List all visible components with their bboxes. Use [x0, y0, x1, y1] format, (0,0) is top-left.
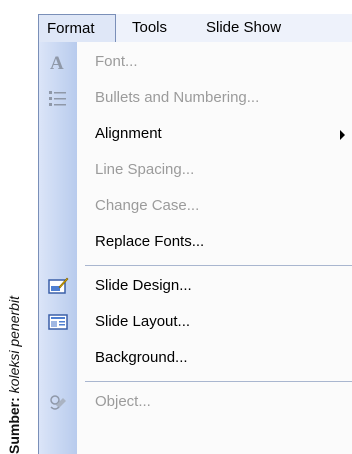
menu-item-replace-fonts[interactable]: Replace Fonts...: [39, 224, 352, 260]
menu-item-replace-fonts-label: Replace Fonts...: [95, 233, 205, 250]
menu-item-slide-design[interactable]: Slide Design...: [39, 268, 352, 304]
menu-item-slide-layout[interactable]: Slide Layout...: [39, 304, 352, 340]
format-dropdown-menu: A Font... Bullets and Numbering... Align…: [38, 42, 352, 454]
menu-item-background-label: Background...: [95, 349, 188, 366]
menu-item-bullets-label: Bullets and Numbering...: [95, 89, 260, 106]
menu-slide-show[interactable]: Slide Show: [198, 14, 308, 42]
caption-source: koleksi penerbit: [6, 296, 22, 394]
svg-text:A: A: [50, 53, 64, 73]
menu-item-change-case-label: Change Case...: [95, 197, 200, 214]
menu-item-bullets-numbering[interactable]: Bullets and Numbering...: [39, 80, 352, 116]
menu-item-background[interactable]: Background...: [39, 340, 352, 376]
menu-item-font[interactable]: A Font...: [39, 44, 352, 80]
menu-item-change-case[interactable]: Change Case...: [39, 188, 352, 224]
menu-item-object-label: Object...: [95, 393, 151, 410]
slide-layout-icon: [47, 311, 69, 333]
menu-tools[interactable]: Tools: [124, 14, 190, 42]
menu-item-alignment-label: Alignment: [95, 125, 162, 142]
font-icon: A: [47, 51, 69, 74]
menu-format-label: Format: [47, 20, 95, 37]
menu-item-alignment[interactable]: Alignment: [39, 116, 352, 152]
menu-bar: Format Tools Slide Show: [38, 14, 352, 43]
source-caption: Sumber: koleksi penerbit: [0, 198, 30, 454]
menu-separator: [85, 265, 352, 266]
object-icon: [47, 391, 69, 413]
menu-item-slide-design-label: Slide Design...: [95, 277, 192, 294]
caption-label: Sumber:: [6, 393, 22, 454]
menu-item-slide-layout-label: Slide Layout...: [95, 313, 191, 330]
menu-tools-label: Tools: [132, 19, 168, 36]
menu-item-line-spacing-label: Line Spacing...: [95, 161, 195, 178]
menu-separator: [85, 381, 352, 382]
menu-item-object[interactable]: Object...: [39, 384, 352, 420]
menu-slide-show-label: Slide Show: [206, 19, 282, 36]
menu-item-font-label: Font...: [95, 53, 138, 70]
submenu-arrow-icon: [340, 130, 345, 140]
slide-design-icon: [47, 275, 69, 297]
bullets-icon: [47, 87, 69, 109]
menu-format[interactable]: Format: [38, 14, 116, 43]
screenshot: Sumber: koleksi penerbit Format Tools Sl…: [0, 0, 352, 454]
menu-item-line-spacing[interactable]: Line Spacing...: [39, 152, 352, 188]
